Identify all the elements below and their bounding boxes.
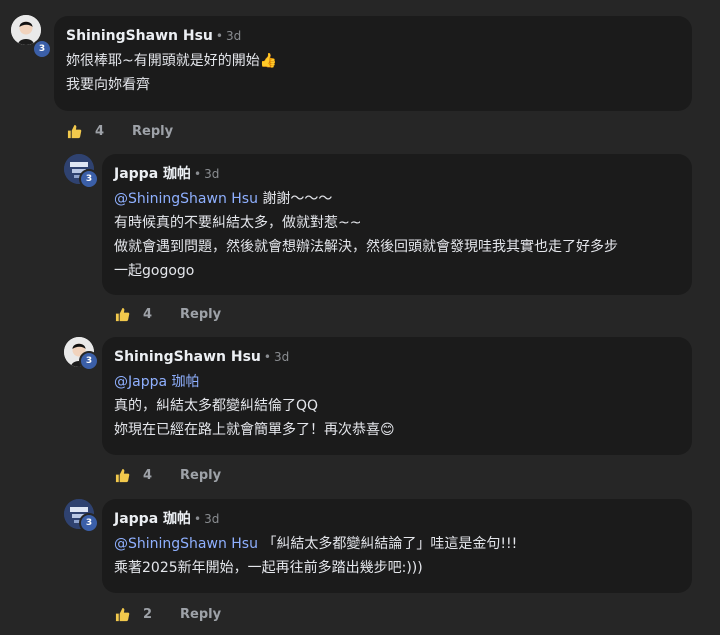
comment-text-line: 真的，糾結太多都變糾結倫了QQ [114, 398, 319, 414]
mention-link[interactable]: @ShiningShawn Hsu [114, 191, 258, 207]
comment-text: 「糾結太多都變糾結論了」哇這是金句!!! [262, 536, 518, 552]
thumbs-up-icon[interactable] [67, 124, 82, 139]
comment-header: ShiningShawn Hsu • 3d [114, 346, 680, 368]
comment-thread: 3 ShiningShawn Hsu • 3d 妳很棒耶~有開頭就是好的開始👍 我要… [0, 0, 720, 635]
comment-text-line: 有時候真的不要糾結太多，做就對惹~~ [114, 215, 362, 231]
comment: 3 ShiningShawn Hsu • 3d 妳很棒耶~有開頭就是好的開始👍 我要… [0, 0, 720, 145]
comment-header: Jappa 珈帕 • 3d [114, 163, 680, 185]
author-name[interactable]: Jappa 珈帕 [114, 166, 191, 182]
comment-reply: 3 ShiningShawn Hsu • 3d @Jappa 珈帕 真的，糾結太多都… [0, 330, 720, 495]
comment-actions: 2 Reply [115, 604, 221, 624]
comment-text-line: @ShiningShawn Hsu 「糾結太多都變糾結論了」哇這是金句!!! [114, 532, 680, 556]
comment-text-line: @ShiningShawn Hsu 謝謝～～～ [114, 187, 680, 211]
thumbs-up-icon[interactable] [115, 607, 130, 622]
comment-header: ShiningShawn Hsu • 3d [66, 25, 680, 47]
comment-actions: 4 Reply [67, 121, 173, 141]
author-name[interactable]: ShiningShawn Hsu [114, 349, 261, 365]
comment-text-line: 乘著2025新年開始，一起再往前多踏出幾步吧:))) [114, 560, 423, 576]
comment-text-line: 我要向妳看齊 [66, 77, 150, 93]
like-count: 2 [143, 606, 153, 622]
comment-bubble: Jappa 珈帕 • 3d @ShiningShawn Hsu 「糾結太多都變糾結論… [102, 499, 692, 593]
comment-text-line: 做就會遇到問題，然後就會想辦法解決，然後回頭就會發現哇我其實也走了好多步 [114, 239, 618, 255]
comment-bubble: Jappa 珈帕 • 3d @ShiningShawn Hsu 謝謝～～～ 有時候真… [102, 154, 692, 295]
like-count: 4 [143, 467, 153, 483]
comment-text-line: 妳很棒耶~有開頭就是好的開始👍 [66, 53, 278, 69]
comment-actions: 4 Reply [115, 465, 221, 485]
reply-button[interactable]: Reply [132, 124, 173, 139]
level-badge: 3 [32, 39, 52, 59]
timestamp[interactable]: 3d [226, 29, 241, 43]
comment-bubble: ShiningShawn Hsu • 3d 妳很棒耶~有開頭就是好的開始👍 我要向妳… [54, 16, 692, 111]
separator-dot: • [194, 512, 202, 526]
timestamp[interactable]: 3d [204, 512, 219, 526]
comment-header: Jappa 珈帕 • 3d [114, 508, 680, 530]
comment-bubble: ShiningShawn Hsu • 3d @Jappa 珈帕 真的，糾結太多都變糾… [102, 337, 692, 455]
reply-button[interactable]: Reply [180, 468, 221, 483]
comment-text-line: 妳現在已經在路上就會簡單多了！再次恭喜😊 [114, 422, 395, 438]
comment-reply: 3 Jappa 珈帕 • 3d @ShiningShawn Hsu 「糾結太多都變糾… [0, 495, 720, 635]
comment-text-line: 一起gogogo [114, 263, 195, 279]
level-badge: 3 [79, 169, 99, 189]
level-badge: 3 [79, 351, 99, 371]
comment-text: 謝謝～～～ [262, 191, 333, 207]
author-name[interactable]: Jappa 珈帕 [114, 511, 191, 527]
mention-link[interactable]: @ShiningShawn Hsu [114, 536, 258, 552]
comment-text-line: @Jappa 珈帕 [114, 370, 680, 394]
like-count: 4 [143, 306, 153, 322]
reply-button[interactable]: Reply [180, 307, 221, 322]
comment-reply: 3 Jappa 珈帕 • 3d @ShiningShawn Hsu 謝謝～～～ 有時… [0, 145, 720, 330]
timestamp[interactable]: 3d [274, 350, 289, 364]
separator-dot: • [194, 167, 202, 181]
separator-dot: • [263, 350, 271, 364]
thumbs-up-icon[interactable] [115, 307, 130, 322]
thumbs-up-icon[interactable] [115, 468, 130, 483]
reply-button[interactable]: Reply [180, 607, 221, 622]
author-name[interactable]: ShiningShawn Hsu [66, 28, 213, 44]
mention-link[interactable]: @Jappa 珈帕 [114, 374, 200, 390]
separator-dot: • [215, 29, 223, 43]
level-badge: 3 [79, 513, 99, 533]
comment-actions: 4 Reply [115, 304, 221, 324]
like-count: 4 [95, 123, 105, 139]
timestamp[interactable]: 3d [204, 167, 219, 181]
